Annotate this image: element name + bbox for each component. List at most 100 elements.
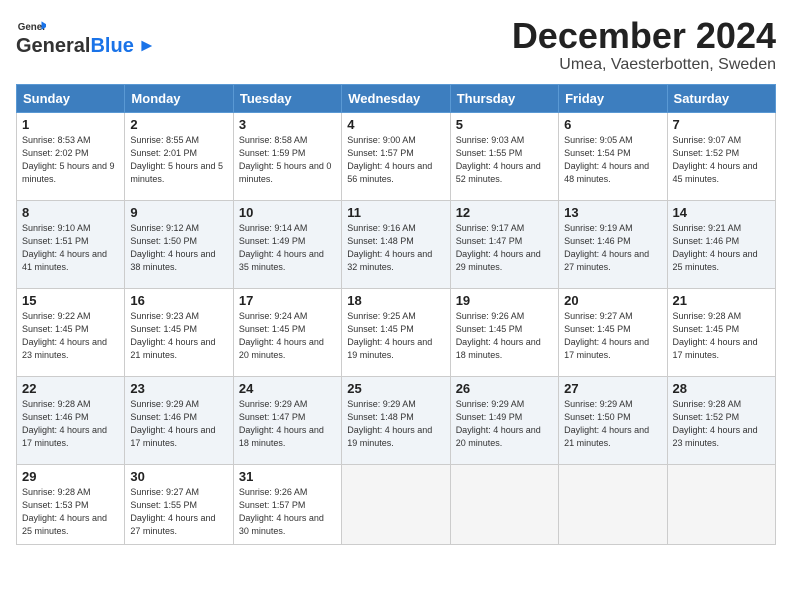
page-subtitle: Umea, Vaesterbotten, Sweden xyxy=(512,56,776,74)
calendar-cell: 5 Sunrise: 9:03 AMSunset: 1:55 PMDayligh… xyxy=(450,112,558,200)
calendar-cell: 19 Sunrise: 9:26 AMSunset: 1:45 PMDaylig… xyxy=(450,288,558,376)
page-header: General General Blue December 2024 Umea,… xyxy=(16,16,776,74)
day-of-week-header: Thursday xyxy=(450,84,558,112)
calendar-cell: 3 Sunrise: 8:58 AMSunset: 1:59 PMDayligh… xyxy=(233,112,341,200)
calendar-cell xyxy=(450,464,558,544)
day-number: 20 xyxy=(564,293,661,308)
calendar-cell xyxy=(667,464,775,544)
calendar-cell: 8 Sunrise: 9:10 AMSunset: 1:51 PMDayligh… xyxy=(17,200,125,288)
day-of-week-header: Monday xyxy=(125,84,233,112)
day-info: Sunrise: 9:19 AMSunset: 1:46 PMDaylight:… xyxy=(564,222,661,274)
calendar-cell: 20 Sunrise: 9:27 AMSunset: 1:45 PMDaylig… xyxy=(559,288,667,376)
day-info: Sunrise: 8:58 AMSunset: 1:59 PMDaylight:… xyxy=(239,134,336,186)
day-info: Sunrise: 9:16 AMSunset: 1:48 PMDaylight:… xyxy=(347,222,444,274)
day-number: 16 xyxy=(130,293,227,308)
calendar-cell: 2 Sunrise: 8:55 AMSunset: 2:01 PMDayligh… xyxy=(125,112,233,200)
calendar-cell xyxy=(342,464,450,544)
day-info: Sunrise: 9:26 AMSunset: 1:57 PMDaylight:… xyxy=(239,486,336,538)
day-number: 7 xyxy=(673,117,770,132)
day-info: Sunrise: 9:14 AMSunset: 1:49 PMDaylight:… xyxy=(239,222,336,274)
day-number: 13 xyxy=(564,205,661,220)
day-number: 29 xyxy=(22,469,119,484)
day-number: 24 xyxy=(239,381,336,396)
day-number: 23 xyxy=(130,381,227,396)
day-number: 30 xyxy=(130,469,227,484)
day-number: 14 xyxy=(673,205,770,220)
calendar-cell: 22 Sunrise: 9:28 AMSunset: 1:46 PMDaylig… xyxy=(17,376,125,464)
calendar-cell: 10 Sunrise: 9:14 AMSunset: 1:49 PMDaylig… xyxy=(233,200,341,288)
calendar-cell: 29 Sunrise: 9:28 AMSunset: 1:53 PMDaylig… xyxy=(17,464,125,544)
calendar-cell: 12 Sunrise: 9:17 AMSunset: 1:47 PMDaylig… xyxy=(450,200,558,288)
calendar-cell: 16 Sunrise: 9:23 AMSunset: 1:45 PMDaylig… xyxy=(125,288,233,376)
calendar-header-row: SundayMondayTuesdayWednesdayThursdayFrid… xyxy=(17,84,776,112)
calendar-cell: 9 Sunrise: 9:12 AMSunset: 1:50 PMDayligh… xyxy=(125,200,233,288)
calendar-cell xyxy=(559,464,667,544)
calendar-cell: 11 Sunrise: 9:16 AMSunset: 1:48 PMDaylig… xyxy=(342,200,450,288)
day-info: Sunrise: 9:22 AMSunset: 1:45 PMDaylight:… xyxy=(22,310,119,362)
day-info: Sunrise: 8:53 AMSunset: 2:02 PMDaylight:… xyxy=(22,134,119,186)
day-info: Sunrise: 9:29 AMSunset: 1:48 PMDaylight:… xyxy=(347,398,444,450)
day-of-week-header: Wednesday xyxy=(342,84,450,112)
day-info: Sunrise: 9:05 AMSunset: 1:54 PMDaylight:… xyxy=(564,134,661,186)
day-info: Sunrise: 8:55 AMSunset: 2:01 PMDaylight:… xyxy=(130,134,227,186)
day-info: Sunrise: 9:23 AMSunset: 1:45 PMDaylight:… xyxy=(130,310,227,362)
day-number: 2 xyxy=(130,117,227,132)
calendar-cell: 7 Sunrise: 9:07 AMSunset: 1:52 PMDayligh… xyxy=(667,112,775,200)
day-of-week-header: Saturday xyxy=(667,84,775,112)
day-info: Sunrise: 9:00 AMSunset: 1:57 PMDaylight:… xyxy=(347,134,444,186)
day-number: 17 xyxy=(239,293,336,308)
day-info: Sunrise: 9:17 AMSunset: 1:47 PMDaylight:… xyxy=(456,222,553,274)
calendar-cell: 24 Sunrise: 9:29 AMSunset: 1:47 PMDaylig… xyxy=(233,376,341,464)
day-info: Sunrise: 9:29 AMSunset: 1:47 PMDaylight:… xyxy=(239,398,336,450)
calendar-cell: 17 Sunrise: 9:24 AMSunset: 1:45 PMDaylig… xyxy=(233,288,341,376)
day-info: Sunrise: 9:28 AMSunset: 1:46 PMDaylight:… xyxy=(22,398,119,450)
day-number: 8 xyxy=(22,205,119,220)
day-info: Sunrise: 9:25 AMSunset: 1:45 PMDaylight:… xyxy=(347,310,444,362)
day-number: 26 xyxy=(456,381,553,396)
calendar-cell: 13 Sunrise: 9:19 AMSunset: 1:46 PMDaylig… xyxy=(559,200,667,288)
logo-arrow-icon xyxy=(136,37,154,55)
day-info: Sunrise: 9:29 AMSunset: 1:49 PMDaylight:… xyxy=(456,398,553,450)
day-info: Sunrise: 9:26 AMSunset: 1:45 PMDaylight:… xyxy=(456,310,553,362)
day-number: 27 xyxy=(564,381,661,396)
logo-icon: General xyxy=(16,20,46,34)
day-number: 9 xyxy=(130,205,227,220)
calendar-cell: 15 Sunrise: 9:22 AMSunset: 1:45 PMDaylig… xyxy=(17,288,125,376)
day-of-week-header: Friday xyxy=(559,84,667,112)
calendar-cell: 14 Sunrise: 9:21 AMSunset: 1:46 PMDaylig… xyxy=(667,200,775,288)
day-number: 22 xyxy=(22,381,119,396)
logo-blue-text: Blue xyxy=(90,36,133,56)
calendar-table: SundayMondayTuesdayWednesdayThursdayFrid… xyxy=(16,84,776,545)
day-number: 25 xyxy=(347,381,444,396)
calendar-cell: 4 Sunrise: 9:00 AMSunset: 1:57 PMDayligh… xyxy=(342,112,450,200)
calendar-cell: 26 Sunrise: 9:29 AMSunset: 1:49 PMDaylig… xyxy=(450,376,558,464)
logo: General General Blue xyxy=(16,20,154,56)
day-info: Sunrise: 9:10 AMSunset: 1:51 PMDaylight:… xyxy=(22,222,119,274)
day-info: Sunrise: 9:27 AMSunset: 1:55 PMDaylight:… xyxy=(130,486,227,538)
day-info: Sunrise: 9:24 AMSunset: 1:45 PMDaylight:… xyxy=(239,310,336,362)
day-info: Sunrise: 9:28 AMSunset: 1:45 PMDaylight:… xyxy=(673,310,770,362)
calendar-cell: 6 Sunrise: 9:05 AMSunset: 1:54 PMDayligh… xyxy=(559,112,667,200)
day-number: 3 xyxy=(239,117,336,132)
day-number: 6 xyxy=(564,117,661,132)
calendar-cell: 23 Sunrise: 9:29 AMSunset: 1:46 PMDaylig… xyxy=(125,376,233,464)
day-number: 5 xyxy=(456,117,553,132)
day-number: 31 xyxy=(239,469,336,484)
day-number: 10 xyxy=(239,205,336,220)
day-number: 1 xyxy=(22,117,119,132)
day-info: Sunrise: 9:03 AMSunset: 1:55 PMDaylight:… xyxy=(456,134,553,186)
calendar-cell: 28 Sunrise: 9:28 AMSunset: 1:52 PMDaylig… xyxy=(667,376,775,464)
day-number: 19 xyxy=(456,293,553,308)
page-title: December 2024 xyxy=(512,16,776,56)
day-info: Sunrise: 9:21 AMSunset: 1:46 PMDaylight:… xyxy=(673,222,770,274)
day-number: 15 xyxy=(22,293,119,308)
title-area: December 2024 Umea, Vaesterbotten, Swede… xyxy=(512,16,776,74)
calendar-cell: 27 Sunrise: 9:29 AMSunset: 1:50 PMDaylig… xyxy=(559,376,667,464)
day-number: 18 xyxy=(347,293,444,308)
calendar-cell: 31 Sunrise: 9:26 AMSunset: 1:57 PMDaylig… xyxy=(233,464,341,544)
logo-general-text: General xyxy=(16,36,90,56)
day-info: Sunrise: 9:12 AMSunset: 1:50 PMDaylight:… xyxy=(130,222,227,274)
day-info: Sunrise: 9:07 AMSunset: 1:52 PMDaylight:… xyxy=(673,134,770,186)
day-info: Sunrise: 9:27 AMSunset: 1:45 PMDaylight:… xyxy=(564,310,661,362)
day-number: 11 xyxy=(347,205,444,220)
